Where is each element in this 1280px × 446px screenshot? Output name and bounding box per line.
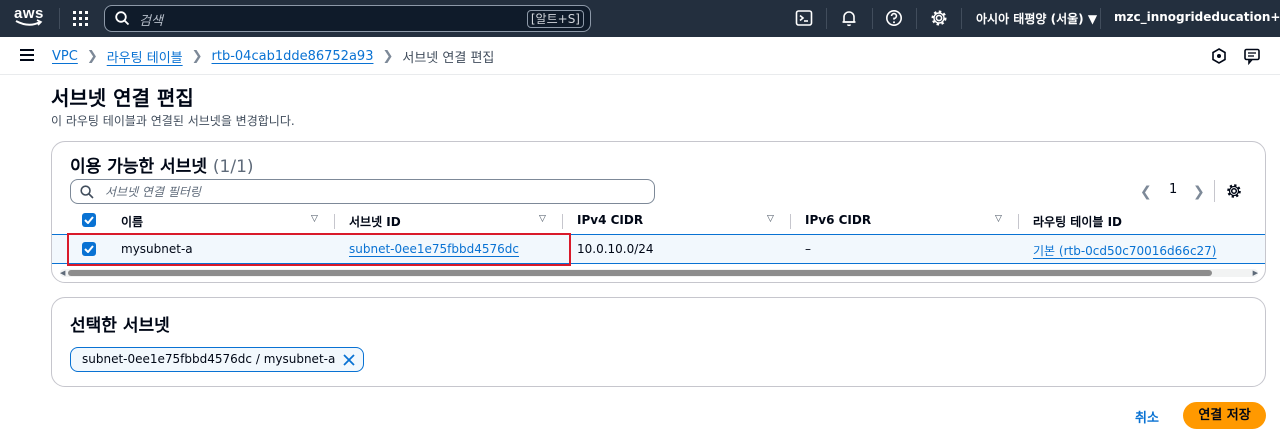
scroll-left-icon[interactable]: ◀ <box>60 269 65 277</box>
nav-divider <box>961 8 962 29</box>
feedback-icon[interactable] <box>1243 47 1261 65</box>
breadcrumb-bar: VPC ❯ 라우팅 테이블 ❯ rtb-04cab1dde86752a93 ❯ … <box>0 37 1280 75</box>
selected-subnets-title: 선택한 서브넷 <box>70 316 170 336</box>
previous-page-icon[interactable]: ❮ <box>1140 184 1152 200</box>
page-number-button[interactable]: 1 <box>1169 182 1177 197</box>
pager-divider <box>1214 180 1215 202</box>
bell-icon[interactable] <box>840 9 858 27</box>
nav-divider <box>1100 8 1101 29</box>
filter-input[interactable]: 서브넷 연결 필터링 <box>70 179 655 204</box>
help-icon[interactable] <box>885 9 903 27</box>
top-navigation: aws 검색 [알트+S] 아시아 태평양 (서울) ▼ mzc_innogri… <box>0 0 1280 37</box>
search-icon <box>115 11 130 26</box>
column-header-ipv6-cidr[interactable]: IPv6 CIDR <box>805 213 871 227</box>
sort-icon[interactable]: ▽ <box>995 214 1002 224</box>
save-associations-button[interactable]: 연결 저장 <box>1183 402 1266 429</box>
nav-divider <box>826 8 827 29</box>
annotation-highlight-box <box>67 233 571 266</box>
chevron-right-icon: ❯ <box>191 49 203 64</box>
nav-divider <box>872 8 873 29</box>
search-placeholder: 검색 <box>139 14 163 29</box>
grid-icon[interactable] <box>72 10 89 27</box>
page-description: 이 라우팅 테이블과 연결된 서브넷을 변경합니다. <box>51 114 295 128</box>
select-all-checkbox[interactable] <box>82 213 96 227</box>
chevron-right-icon: ❯ <box>86 49 98 64</box>
cell-ipv4-cidr: 10.0.10.0/24 <box>577 242 654 256</box>
scroll-right-icon[interactable]: ▶ <box>1253 269 1258 277</box>
aws-logo[interactable]: aws <box>14 5 46 31</box>
selected-subnets-panel: 선택한 서브넷 subnet-0ee1e75fbbd4576dc / mysub… <box>51 297 1266 387</box>
checkmark-icon <box>84 216 94 224</box>
column-divider <box>334 214 335 229</box>
available-subnets-panel: 이용 가능한 서브넷 (1/1) 서브넷 연결 필터링 ❮ 1 ❯ 이름 ▽ 서… <box>51 141 1266 283</box>
nav-divider <box>916 8 917 29</box>
sort-icon[interactable]: ▽ <box>311 214 318 224</box>
sort-icon[interactable]: ▽ <box>767 214 774 224</box>
column-header-name[interactable]: 이름 <box>121 213 143 230</box>
column-divider <box>562 214 563 229</box>
selection-count: (1/1) <box>212 157 254 177</box>
filter-placeholder: 서브넷 연결 필터링 <box>105 185 201 199</box>
sort-icon[interactable]: ▽ <box>539 214 546 224</box>
column-header-route-table-id[interactable]: 라우팅 테이블 ID <box>1033 213 1122 230</box>
horizontal-scrollbar[interactable]: ◀ ▶ <box>60 269 1258 277</box>
chevron-right-icon: ❯ <box>382 49 394 64</box>
panel-title: 이용 가능한 서브넷 (1/1) <box>70 152 254 177</box>
column-divider <box>790 214 791 229</box>
account-menu[interactable]: mzc_innogrideducation+41 ▼ <box>1114 10 1280 24</box>
cell-ipv6-cidr: – <box>805 242 811 256</box>
search-icon <box>80 185 94 199</box>
table-header: 이름 ▽ 서브넷 ID ▽ IPv4 CIDR ▽ IPv6 CIDR ▽ 라우… <box>52 208 1265 234</box>
close-icon[interactable] <box>343 354 355 366</box>
page-title: 서브넷 연결 편집 <box>51 86 194 110</box>
next-page-icon[interactable]: ❯ <box>1193 184 1205 200</box>
selected-subnet-token: subnet-0ee1e75fbbd4576dc / mysubnet-a <box>70 347 365 372</box>
column-divider <box>1018 214 1019 229</box>
nav-divider <box>59 8 60 29</box>
hamburger-menu-icon[interactable] <box>20 49 34 61</box>
region-selector[interactable]: 아시아 태평양 (서울) ▼ <box>976 10 1097 27</box>
breadcrumb-current: 서브넷 연결 편집 <box>402 51 495 66</box>
cancel-button[interactable]: 취소 <box>1135 407 1159 426</box>
cloudshell-icon[interactable] <box>795 9 813 27</box>
table-settings-icon[interactable] <box>1226 183 1242 199</box>
search-shortcut-hint: [알트+S] <box>526 10 584 28</box>
search-input[interactable]: 검색 [알트+S] <box>104 5 591 32</box>
info-panel-icon[interactable] <box>1210 47 1228 65</box>
token-label: subnet-0ee1e75fbbd4576dc / mysubnet-a <box>82 352 336 366</box>
breadcrumb-vpc[interactable]: VPC <box>52 49 78 64</box>
column-header-subnet-id[interactable]: 서브넷 ID <box>349 213 401 230</box>
available-subnets-title: 이용 가능한 서브넷 <box>70 157 207 177</box>
breadcrumb-route-tables[interactable]: 라우팅 테이블 <box>107 47 183 66</box>
breadcrumb: VPC ❯ 라우팅 테이블 ❯ rtb-04cab1dde86752a93 ❯ … <box>52 47 494 66</box>
cell-route-table-link[interactable]: 기본 (rtb-0cd50c70016d66c27) <box>1033 242 1217 259</box>
column-header-ipv4-cidr[interactable]: IPv4 CIDR <box>577 213 643 227</box>
gear-icon[interactable] <box>930 9 948 27</box>
scrollbar-thumb[interactable] <box>68 270 1212 276</box>
aws-smile-icon <box>15 19 43 26</box>
breadcrumb-route-table-id[interactable]: rtb-04cab1dde86752a93 <box>212 49 374 64</box>
